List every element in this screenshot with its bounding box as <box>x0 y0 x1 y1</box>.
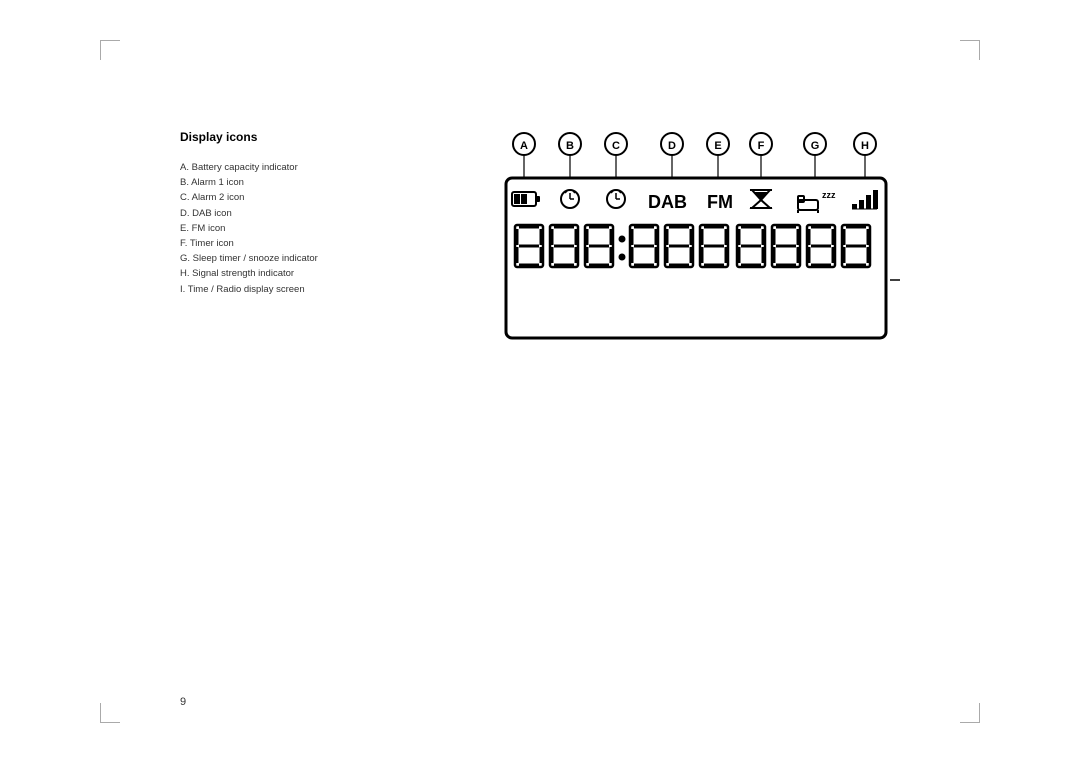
svg-text:zzz: zzz <box>822 190 836 200</box>
legend-item-i: I. Time / Radio display screen <box>180 282 380 297</box>
svg-text:H: H <box>861 140 869 152</box>
svg-text:C: C <box>612 140 620 152</box>
legend-item-b: B. Alarm 1 icon <box>180 175 380 190</box>
legend-item-a: A. Battery capacity indicator <box>180 160 380 175</box>
legend-item-h: H. Signal strength indicator <box>180 266 380 281</box>
svg-text:DAB: DAB <box>648 192 687 212</box>
legend-item-d: D. DAB icon <box>180 206 380 221</box>
svg-text:FM: FM <box>707 192 733 212</box>
svg-text:D: D <box>668 140 676 152</box>
svg-text:A: A <box>520 140 528 152</box>
legend-item-f: F. Timer icon <box>180 236 380 251</box>
corner-mark-tl <box>100 40 120 60</box>
diagram-svg: A B C D E F G H <box>500 130 900 360</box>
corner-mark-br <box>960 703 980 723</box>
svg-text:G: G <box>811 140 820 152</box>
corner-mark-tr <box>960 40 980 60</box>
svg-text:E: E <box>714 140 721 152</box>
corner-mark-bl <box>100 703 120 723</box>
legend-item-e: E. FM icon <box>180 221 380 236</box>
legend-list: A. Battery capacity indicator B. Alarm 1… <box>180 160 380 297</box>
page-number: 9 <box>180 696 186 708</box>
page-content: Display icons A. Battery capacity indica… <box>180 130 980 162</box>
legend-item-g: G. Sleep timer / snooze indicator <box>180 251 380 266</box>
svg-text:B: B <box>566 140 574 152</box>
svg-text:F: F <box>758 140 765 152</box>
legend-item-c: C. Alarm 2 icon <box>180 190 380 205</box>
display-diagram: A B C D E F G H <box>500 130 920 365</box>
